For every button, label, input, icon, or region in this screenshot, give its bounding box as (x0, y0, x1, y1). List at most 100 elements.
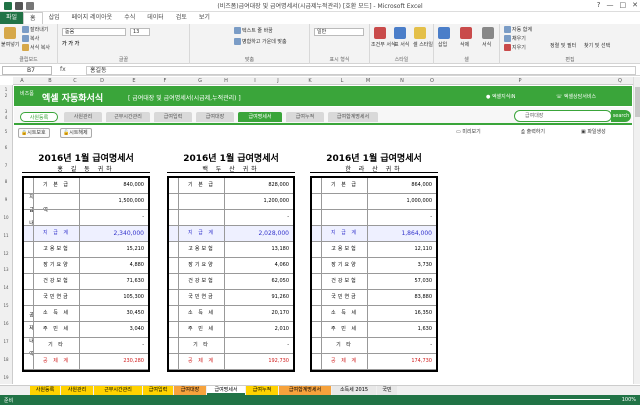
item-value[interactable]: 230,280 (80, 354, 148, 369)
column-header[interactable]: H (219, 77, 233, 85)
autosum-button[interactable]: 자동 합계 (504, 26, 532, 33)
item-value[interactable]: 828,000 (225, 178, 293, 193)
item-value[interactable]: 2,028,000 (225, 226, 293, 241)
row-header[interactable]: 6 (0, 145, 12, 150)
item-value[interactable]: 83,880 (368, 290, 436, 305)
menu-work-hours[interactable]: 근무시간관리 (106, 112, 150, 122)
row-header[interactable]: 8 (0, 179, 12, 184)
column-header[interactable]: J (271, 77, 285, 85)
name-box[interactable]: B7 (2, 66, 52, 75)
format-painter-button[interactable]: 서식 복사 (22, 44, 50, 51)
wrap-text-button[interactable]: 텍스트 줄 바꿈 (234, 27, 273, 34)
fx-icon[interactable]: fx (60, 66, 66, 73)
item-value[interactable]: - (368, 210, 436, 225)
item-value[interactable]: 62,050 (225, 274, 293, 289)
employee-name[interactable]: 백 두 산 귀하 (167, 164, 295, 173)
item-value[interactable]: - (225, 210, 293, 225)
tab-review[interactable]: 검토 (170, 12, 193, 24)
employee-name[interactable]: 한 라 산 귀하 (310, 164, 438, 173)
find-select-button[interactable]: 찾기 및 선택 (584, 42, 610, 49)
item-value[interactable]: 16,350 (368, 306, 436, 321)
close-button[interactable]: ✕ (632, 1, 638, 9)
column-header[interactable]: F (158, 77, 172, 85)
cell-style-button[interactable]: 셀 스타일 (413, 41, 433, 48)
item-value[interactable]: - (80, 338, 148, 353)
column-header[interactable]: B (43, 77, 57, 85)
insert-cells-button[interactable]: 삽입 (438, 41, 447, 48)
sheet-tab[interactable]: 근무시간관리 (94, 386, 142, 395)
sheet-tab[interactable]: 국민 (377, 386, 397, 395)
row-header[interactable]: 1 (0, 87, 12, 92)
item-value[interactable]: 91,260 (225, 290, 293, 305)
table-format-button[interactable]: 표 서식 (394, 41, 409, 48)
sheet-tab[interactable]: 소득세 2015 (332, 386, 376, 395)
maximize-button[interactable]: □ (620, 1, 627, 9)
column-header[interactable]: G (193, 77, 207, 85)
column-header[interactable]: O (425, 77, 439, 85)
item-value[interactable]: 105,300 (80, 290, 148, 305)
row-header[interactable]: 9 (0, 197, 12, 202)
cut-button[interactable]: 잘라내기 (22, 26, 48, 33)
item-value[interactable]: 2,340,000 (80, 226, 148, 241)
sheet-tab[interactable]: 사원관리 (61, 386, 93, 395)
preview-button[interactable]: ▭ 미리보기 (454, 128, 484, 138)
item-value[interactable]: 4,880 (80, 258, 148, 273)
item-value[interactable]: 30,450 (80, 306, 148, 321)
column-header[interactable]: P (513, 77, 527, 85)
sheet-tab[interactable]: 급여명세서 (207, 386, 245, 395)
item-value[interactable]: 1,200,000 (225, 194, 293, 209)
help-icon[interactable]: ? (597, 1, 601, 9)
conditional-format-icon[interactable] (374, 27, 386, 39)
conditional-format-button[interactable]: 조건부 서식 (371, 41, 396, 48)
column-header[interactable]: M (361, 77, 375, 85)
menu-employee-manage[interactable]: 사원관리 (64, 112, 102, 122)
item-value[interactable]: 1,864,000 (368, 226, 436, 241)
unprotect-sheet-button[interactable]: 🔓시트해제 (60, 128, 92, 138)
item-value[interactable]: 864,000 (368, 178, 436, 193)
paste-button[interactable]: 붙여넣기 (1, 41, 19, 48)
item-value[interactable]: 71,630 (80, 274, 148, 289)
menu-payroll-ledger[interactable]: 급여대장 (196, 112, 234, 122)
format-cells-button[interactable]: 서식 (482, 41, 491, 48)
excel-knowledge-link[interactable]: ● 엑셀지식iN (486, 93, 515, 100)
row-header[interactable]: 12 (0, 251, 12, 256)
column-header[interactable]: D (95, 77, 109, 85)
sheet-tab[interactable]: 급여합계명세서 (279, 386, 331, 395)
tab-data[interactable]: 데이터 (141, 12, 170, 24)
menu-pay-input[interactable]: 급여입력 (154, 112, 192, 122)
column-header[interactable]: A (15, 77, 29, 85)
row-header[interactable]: 3 (0, 109, 12, 114)
tab-page-layout[interactable]: 페이지 레이아웃 (66, 12, 119, 24)
column-header[interactable]: K (303, 77, 317, 85)
item-value[interactable]: 13,180 (225, 242, 293, 257)
tab-formulas[interactable]: 수식 (118, 12, 141, 24)
format-cells-icon[interactable] (482, 27, 494, 39)
row-header[interactable]: 5 (0, 129, 12, 134)
row-header[interactable]: 18 (0, 357, 12, 362)
paste-icon[interactable] (4, 27, 16, 39)
item-value[interactable]: 3,040 (80, 322, 148, 337)
tab-file[interactable]: 파일 (0, 12, 24, 24)
formula-input[interactable]: 홍길동 (86, 66, 636, 75)
print-button[interactable]: ⎙ 출력하기 (519, 128, 548, 138)
column-header[interactable]: L (335, 77, 349, 85)
row-header[interactable]: 17 (0, 339, 12, 344)
delete-cells-icon[interactable] (460, 27, 472, 39)
row-header[interactable]: 15 (0, 303, 12, 308)
table-format-icon[interactable] (394, 27, 406, 39)
row-header[interactable]: 7 (0, 163, 12, 168)
bold-button[interactable]: 가 가 가 (62, 40, 79, 47)
sort-filter-button[interactable]: 정렬 및 필터 (550, 42, 576, 49)
delete-cells-button[interactable]: 삭제 (460, 41, 469, 48)
sheet-tab[interactable]: 급여입력 (143, 386, 173, 395)
scroll-thumb[interactable] (635, 87, 640, 117)
item-value[interactable]: 192,730 (225, 354, 293, 369)
protect-sheet-button[interactable]: 🔒시트보호 (18, 128, 50, 138)
tab-view[interactable]: 보기 (193, 12, 216, 24)
item-value[interactable]: 4,060 (225, 258, 293, 273)
tab-insert[interactable]: 삽입 (43, 12, 66, 24)
clear-button[interactable]: 지우기 (504, 44, 526, 51)
search-input[interactable]: 급여대장 (514, 110, 612, 122)
employee-name[interactable]: 홍 길 동 귀하 (22, 164, 150, 173)
create-file-button[interactable]: ▣ 파일생성 (579, 128, 609, 138)
